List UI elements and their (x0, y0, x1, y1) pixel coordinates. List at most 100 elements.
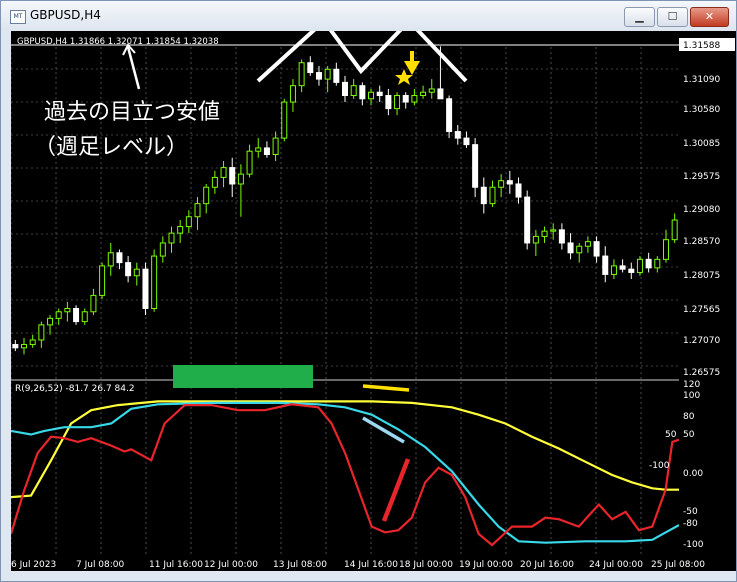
time-label: 25 Jul 08:00 (651, 560, 705, 570)
candle-body (342, 81, 348, 96)
candle-body (359, 85, 366, 100)
indicator-lines (9, 400, 680, 547)
candle-body (47, 317, 54, 326)
candles (12, 46, 678, 355)
candle-body (593, 241, 600, 257)
candle-body (463, 137, 470, 146)
time-label: 14 Jul 16:00 (344, 560, 398, 570)
candle-body (73, 307, 80, 323)
indicator-scale-label: 80 (683, 412, 695, 422)
candle-body (177, 226, 184, 234)
chart-window: MT GBPUSD,H4 ▁ ☐ ✕ GBPUSD,H4 1.31866 1.3… (0, 0, 737, 582)
red-line (9, 403, 680, 547)
maximize-button[interactable]: ☐ (657, 7, 688, 27)
price-scale[interactable]: 1.31090 1.30580 1.30085 1.29575 1.29080 1.285… (679, 31, 736, 556)
candle-body (90, 294, 97, 313)
time-label: 18 Jul 00:00 (399, 560, 453, 570)
candle-body (420, 91, 427, 96)
cyan-line (10, 401, 680, 544)
current-price-label: 1.31588 (683, 41, 720, 51)
candle-body (402, 94, 409, 103)
candle-body (263, 147, 270, 155)
candle-body (584, 241, 591, 247)
candle-body (498, 180, 505, 188)
candle-body (81, 311, 88, 323)
chart-header-text: GBPUSD,H4 1.31866 1.32071 1.31854 1.3203… (17, 37, 219, 47)
candle-body (489, 186, 496, 205)
candle-body (315, 72, 322, 80)
indicator-mid-label: 50 (665, 430, 677, 440)
yellow-line (10, 400, 679, 499)
candle-body (168, 232, 175, 244)
candle-body (220, 167, 227, 178)
candle-body (385, 94, 392, 110)
candle-body (480, 186, 487, 205)
candle-body (654, 258, 661, 269)
candle-body (532, 235, 539, 244)
price-scale-svg: 1.31090 1.30580 1.30085 1.29575 1.29080 1.285… (679, 38, 735, 550)
price-label: 1.29575 (683, 172, 720, 182)
time-label: 19 Jul 00:00 (459, 560, 513, 570)
candle-body (524, 196, 531, 244)
indicator-scale-label: 100 (683, 391, 700, 401)
time-scale[interactable]: 6 Jul 2023 7 Jul 08:00 11 Jul 16:00 12 Jul … (11, 556, 736, 571)
candle-body (376, 91, 383, 96)
candle-body (437, 88, 444, 100)
green-zone-box (173, 365, 313, 388)
indicator-scale-label: -50 (683, 507, 698, 517)
price-label: 1.29080 (683, 205, 720, 215)
candle-body (64, 307, 71, 313)
maximize-icon: ☐ (667, 10, 678, 23)
candle-body (368, 91, 375, 100)
candle-body (142, 268, 149, 309)
title-bar[interactable]: MT GBPUSD,H4 ▁ ☐ ✕ (1, 1, 736, 31)
candle-body (628, 268, 635, 273)
candle-body (394, 94, 401, 110)
time-label: 24 Jul 00:00 (589, 560, 643, 570)
minimize-icon: ▁ (635, 10, 644, 23)
time-label: 11 Jul 16:00 (149, 560, 203, 570)
price-labels: 1.31090 1.30580 1.30085 1.29575 1.29080 1.285… (683, 75, 720, 378)
indicator-scale-label: 120 (683, 380, 700, 390)
candle-body (454, 131, 461, 139)
candle-body (211, 176, 218, 188)
price-label: 1.30085 (683, 139, 720, 149)
candle-body (255, 147, 262, 152)
window-title: GBPUSD,H4 (30, 8, 101, 22)
candle-body (229, 167, 236, 185)
candle-body (610, 265, 617, 275)
close-icon: ✕ (704, 10, 715, 23)
candle-body (125, 262, 132, 277)
price-label: 1.26575 (683, 368, 720, 378)
candle-body (307, 62, 314, 74)
candle-body (237, 173, 244, 185)
candle-body (515, 183, 522, 198)
candle-body (662, 239, 669, 260)
candle-body (324, 68, 331, 80)
indicator-scale-label: 0.00 (683, 469, 703, 479)
candle-body (472, 144, 479, 188)
close-button[interactable]: ✕ (690, 7, 729, 27)
price-label: 1.30580 (683, 105, 720, 115)
price-label: 1.27070 (683, 336, 720, 346)
candle-body (185, 216, 192, 228)
candle-body (133, 268, 140, 277)
candle-body (411, 94, 418, 103)
yellow-marker-line (362, 384, 410, 392)
candle-body (541, 230, 548, 237)
candle-body (428, 88, 435, 93)
price-label: 1.28075 (683, 271, 720, 281)
candle-body (671, 219, 678, 241)
candle-body (333, 68, 340, 83)
minimize-button[interactable]: ▁ (624, 7, 655, 27)
candle-body (12, 344, 19, 349)
candle-body (194, 203, 201, 218)
indicator-scale-labels: 120100 80 50 0.00 -50 -80 -100 (683, 380, 704, 550)
time-label: 13 Jul 08:00 (273, 560, 327, 570)
price-label: 1.27565 (683, 305, 720, 315)
candle-body (289, 85, 296, 103)
candle-body (602, 255, 609, 275)
double-top-line (256, 18, 468, 83)
annotation-line-2: （週足レベル） (34, 135, 189, 160)
time-label: 7 Jul 08:00 (76, 560, 125, 570)
